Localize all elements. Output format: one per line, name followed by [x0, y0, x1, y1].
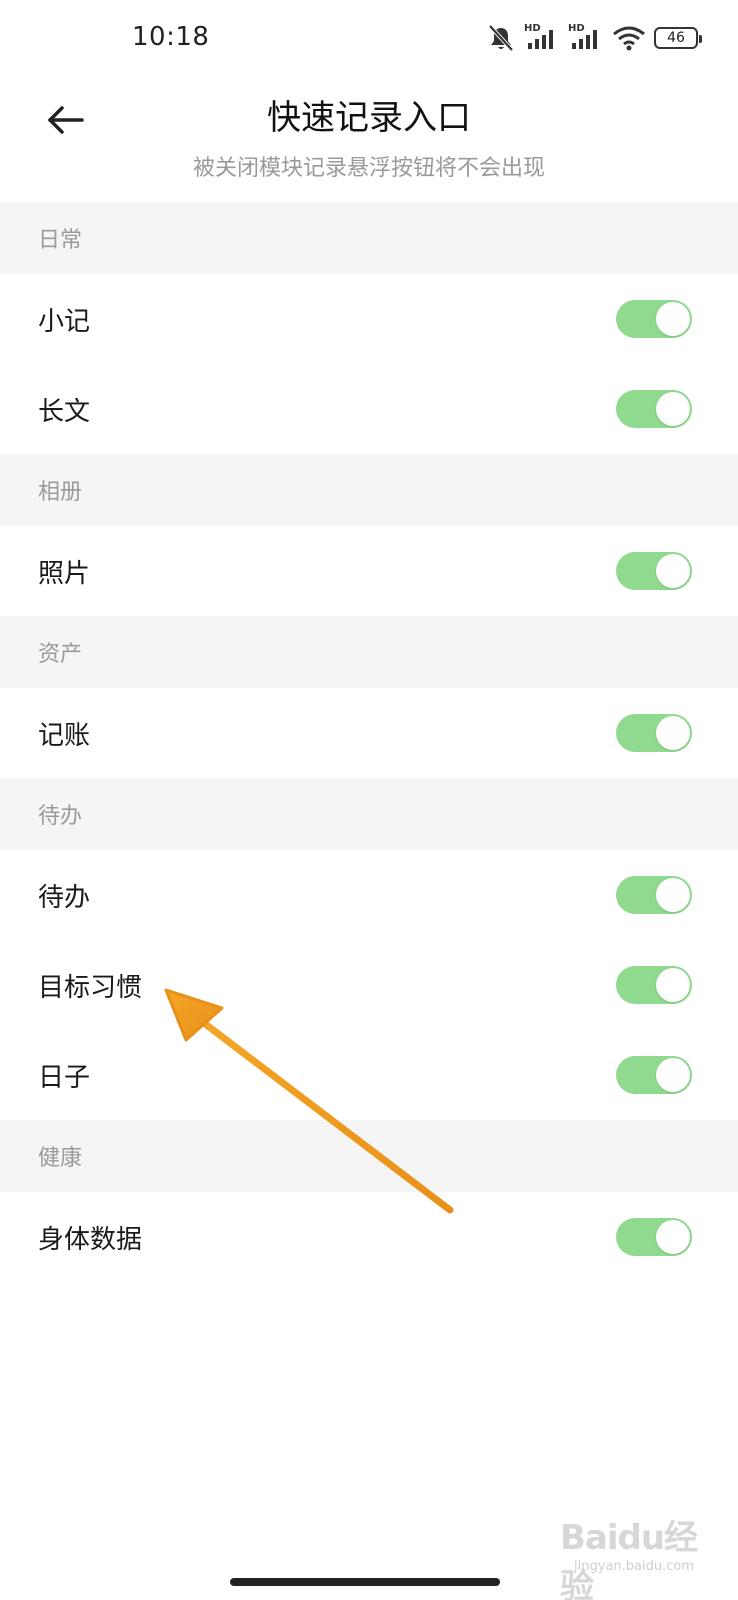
status-time: 10:18 [132, 22, 210, 52]
toggle-switch-todo[interactable] [616, 876, 692, 914]
toggle-knob [656, 1058, 690, 1092]
toggle-knob [656, 716, 690, 750]
toggle-knob [656, 392, 690, 426]
status-icons: HD HD 46 [486, 23, 702, 52]
toggle-switch-days[interactable] [616, 1056, 692, 1094]
setting-row-photo: 照片 [0, 526, 738, 616]
setting-row-body-data: 身体数据 [0, 1192, 738, 1282]
toggle-knob [656, 968, 690, 1002]
watermark-url: jingyan.baidu.com [574, 1559, 694, 1574]
status-bar: 10:18 HD HD 46 [0, 0, 738, 80]
setting-row-days: 日子 [0, 1030, 738, 1120]
mute-icon [486, 24, 516, 52]
page-subtitle: 被关闭模块记录悬浮按钮将不会出现 [192, 156, 545, 181]
battery-level: 46 [667, 30, 685, 46]
toggle-knob [656, 878, 690, 912]
toggle-switch-bookkeeping[interactable] [616, 714, 692, 752]
battery-icon: 46 [654, 27, 702, 49]
toggle-switch-body-data[interactable] [616, 1218, 692, 1256]
setting-label: 目标习惯 [38, 972, 143, 1003]
setting-label: 照片 [38, 558, 91, 589]
setting-label: 身体数据 [38, 1224, 143, 1255]
toggle-knob [656, 302, 690, 336]
toggle-knob [656, 554, 690, 588]
header: 快速记录入口 被关闭模块记录悬浮按钮将不会出现 [0, 80, 738, 202]
section-header-assets: 资产 [0, 616, 738, 688]
section-header-health: 健康 [0, 1120, 738, 1192]
watermark-logo: Baidu经验 [560, 1518, 698, 1600]
home-indicator[interactable] [230, 1578, 500, 1586]
hd-signal-icon: HD [524, 23, 560, 51]
settings-list: 日常 小记 长文 相册 照片 资产 记账 待办 待办 目标习惯 日子 健康 身体… [0, 202, 738, 1282]
section-header-album: 相册 [0, 454, 738, 526]
setting-row-article: 长文 [0, 364, 738, 454]
toggle-switch-article[interactable] [616, 390, 692, 428]
setting-row-goal-habit: 目标习惯 [0, 940, 738, 1030]
setting-row-todo: 待办 [0, 850, 738, 940]
screen: 10:18 HD HD 46 快速记录入口 被关闭模块记录悬浮按钮将不会出现 日… [0, 0, 738, 1600]
setting-label: 待办 [38, 882, 91, 913]
toggle-switch-note[interactable] [616, 300, 692, 338]
section-header-todo: 待办 [0, 778, 738, 850]
watermark: Baidu经验 jingyan.baidu.com [560, 1510, 700, 1600]
page-title: 快速记录入口 [267, 98, 471, 138]
setting-row-note: 小记 [0, 274, 738, 364]
setting-label: 长文 [38, 396, 91, 427]
toggle-knob [656, 1220, 690, 1254]
setting-label: 记账 [38, 720, 91, 751]
toggle-switch-photo[interactable] [616, 552, 692, 590]
setting-row-bookkeeping: 记账 [0, 688, 738, 778]
section-header-daily: 日常 [0, 202, 738, 274]
wifi-icon [612, 25, 646, 51]
setting-label: 日子 [38, 1062, 91, 1093]
hd-signal-icon: HD [568, 23, 604, 51]
setting-label: 小记 [38, 306, 91, 337]
toggle-switch-goal-habit[interactable] [616, 966, 692, 1004]
